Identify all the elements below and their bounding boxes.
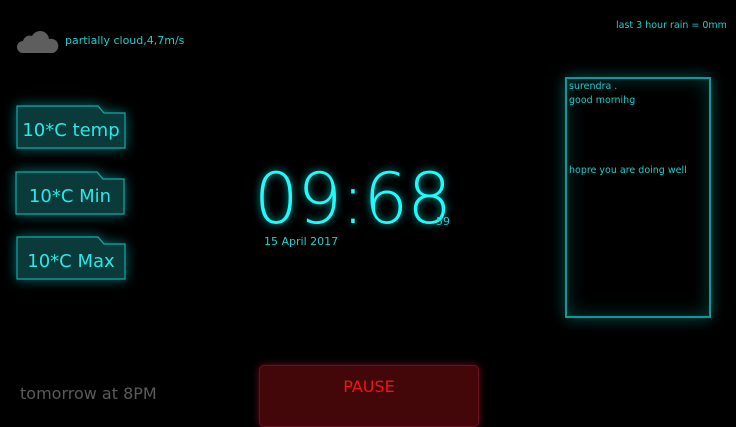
weather-description: partially cloud,4,7m/s <box>65 34 185 47</box>
message-line: good mornihg <box>569 95 636 106</box>
message-line: hopre you are doing well <box>569 165 687 176</box>
clock-seconds: 59 <box>436 215 450 228</box>
temp-button[interactable]: 10*C temp <box>16 105 126 149</box>
schedule-text: tomorrow at 8PM <box>20 384 157 403</box>
pause-button[interactable]: PAUSE <box>259 365 479 427</box>
message-panel: surendra . good mornihg hopre you are do… <box>565 77 711 318</box>
clock-time: 09:68 <box>254 158 452 240</box>
min-temp-button[interactable]: 10*C Min <box>15 171 125 215</box>
max-temp-button[interactable]: 10*C Max <box>16 236 126 280</box>
message-line: surendra . <box>569 81 618 92</box>
clock-date: 15 April 2017 <box>264 235 339 248</box>
cloud-icon <box>17 31 59 53</box>
rain-readout: last 3 hour rain = 0mm <box>616 20 727 31</box>
temp-label: 10*C temp <box>22 120 120 141</box>
min-temp-label: 10*C Min <box>28 186 112 207</box>
max-temp-label: 10*C Max <box>27 251 115 272</box>
